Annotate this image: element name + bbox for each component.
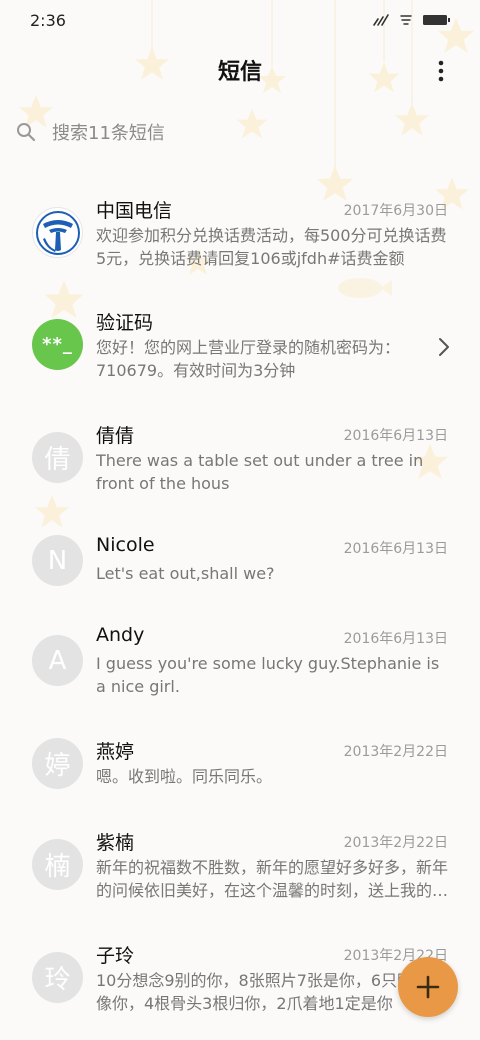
conversation-preview: I guess you're some lucky guy.Stephanie … [96, 654, 440, 696]
conversation-preview: 嗯。收到啦。同乐同乐。 [96, 767, 273, 786]
avatar-text: A [48, 645, 67, 676]
avatar: 楠 [32, 839, 83, 890]
wifi-icon [400, 15, 412, 25]
battery-icon [423, 15, 450, 25]
signal-icon [373, 14, 389, 26]
conversation-name: 燕婷 [96, 741, 135, 763]
avatar: **_ [32, 319, 83, 370]
conversation-name: Andy [96, 624, 145, 646]
avatar-text: 婷 [44, 751, 71, 781]
conversation-preview: There was a table set out under a tree i… [96, 451, 424, 493]
conversation-name: 中国电信 [96, 200, 173, 222]
avatar: A [32, 635, 83, 686]
more-vertical-icon [438, 60, 444, 82]
conversation-item[interactable]: 倩 倩倩 2016年6月13日 There was a table set ou… [0, 407, 480, 517]
conversation-name: 倩倩 [96, 425, 135, 447]
conversation-preview: 10分想念9别的你，8张照片7张是你，6只眼睛只像你，4根骨头3根归你，2爪着地… [96, 971, 446, 1013]
conversation-date: 2016年6月13日 [343, 428, 448, 444]
avatar-text: N [47, 545, 68, 576]
chevron-right-icon[interactable] [438, 337, 450, 357]
conversation-name: 紫楠 [96, 832, 135, 854]
search-input[interactable]: 搜索11条短信 [52, 119, 165, 145]
conversation-item[interactable]: N Nicole 2016年6月13日 Let's eat out,shall … [0, 520, 480, 610]
plus-icon [416, 975, 440, 999]
conversation-item[interactable]: 中国电信 2017年6月30日 欢迎参加积分兑换话费活动，每500分可兑换话费5… [0, 182, 480, 292]
conversation-preview: 您好！您的网上营业厅登录的随机密码为：710679。有效时间为3分钟 [96, 338, 401, 380]
app-header: 短信 [0, 40, 480, 100]
new-message-button[interactable] [398, 957, 458, 1017]
conversation-preview: 欢迎参加积分兑换话费活动，每500分可兑换话费5元，兑换话费请回复106或jfd… [96, 226, 447, 268]
search-bar[interactable]: 搜索11条短信 [0, 108, 480, 156]
conversation-preview: Let's eat out,shall we? [96, 564, 275, 583]
avatar: 倩 [32, 432, 83, 483]
conversation-name: 验证码 [96, 312, 154, 334]
avatar-text: 玲 [44, 965, 71, 995]
conversation-name: 子玲 [96, 945, 135, 967]
page-title: 短信 [217, 60, 262, 85]
avatar-text: 楠 [44, 852, 71, 882]
conversation-item[interactable]: 楠 紫楠 2013年2月22日 新年的祝福数不胜数，新年的愿望好多好多，新年的问… [0, 814, 480, 924]
telecom-logo-avatar [32, 207, 83, 258]
status-icons [372, 13, 452, 27]
avatar: 玲 [32, 952, 83, 1003]
avatar-text: **_ [42, 334, 73, 355]
conversation-item[interactable]: A Andy 2016年6月13日 I guess you're some lu… [0, 610, 480, 720]
conversation-name: Nicole [96, 534, 155, 556]
conversation-date: 2016年6月13日 [343, 541, 448, 557]
avatar-text: 倩 [44, 445, 71, 475]
conversation-date: 2013年2月22日 [343, 744, 448, 760]
more-options-button[interactable] [428, 58, 454, 84]
status-bar: 2:36 [0, 0, 480, 40]
conversation-item[interactable]: **_ 验证码 您好！您的网上营业厅登录的随机密码为：710679。有效时间为3… [0, 294, 480, 404]
search-icon [17, 123, 36, 142]
conversation-date: 2017年6月30日 [343, 203, 448, 219]
avatar: N [32, 535, 83, 586]
telecom-logo-icon [35, 210, 80, 255]
conversation-date: 2016年6月13日 [343, 631, 448, 647]
avatar: 婷 [32, 738, 83, 789]
conversation-preview: 新年的祝福数不胜数，新年的愿望好多好多，新年的问候依旧美好，在这个温馨的时刻，送… [96, 858, 449, 900]
conversation-date: 2013年2月22日 [343, 835, 448, 851]
conversation-item[interactable]: 婷 燕婷 2013年2月22日 嗯。收到啦。同乐同乐。 [0, 723, 480, 813]
status-time: 2:36 [30, 10, 66, 30]
